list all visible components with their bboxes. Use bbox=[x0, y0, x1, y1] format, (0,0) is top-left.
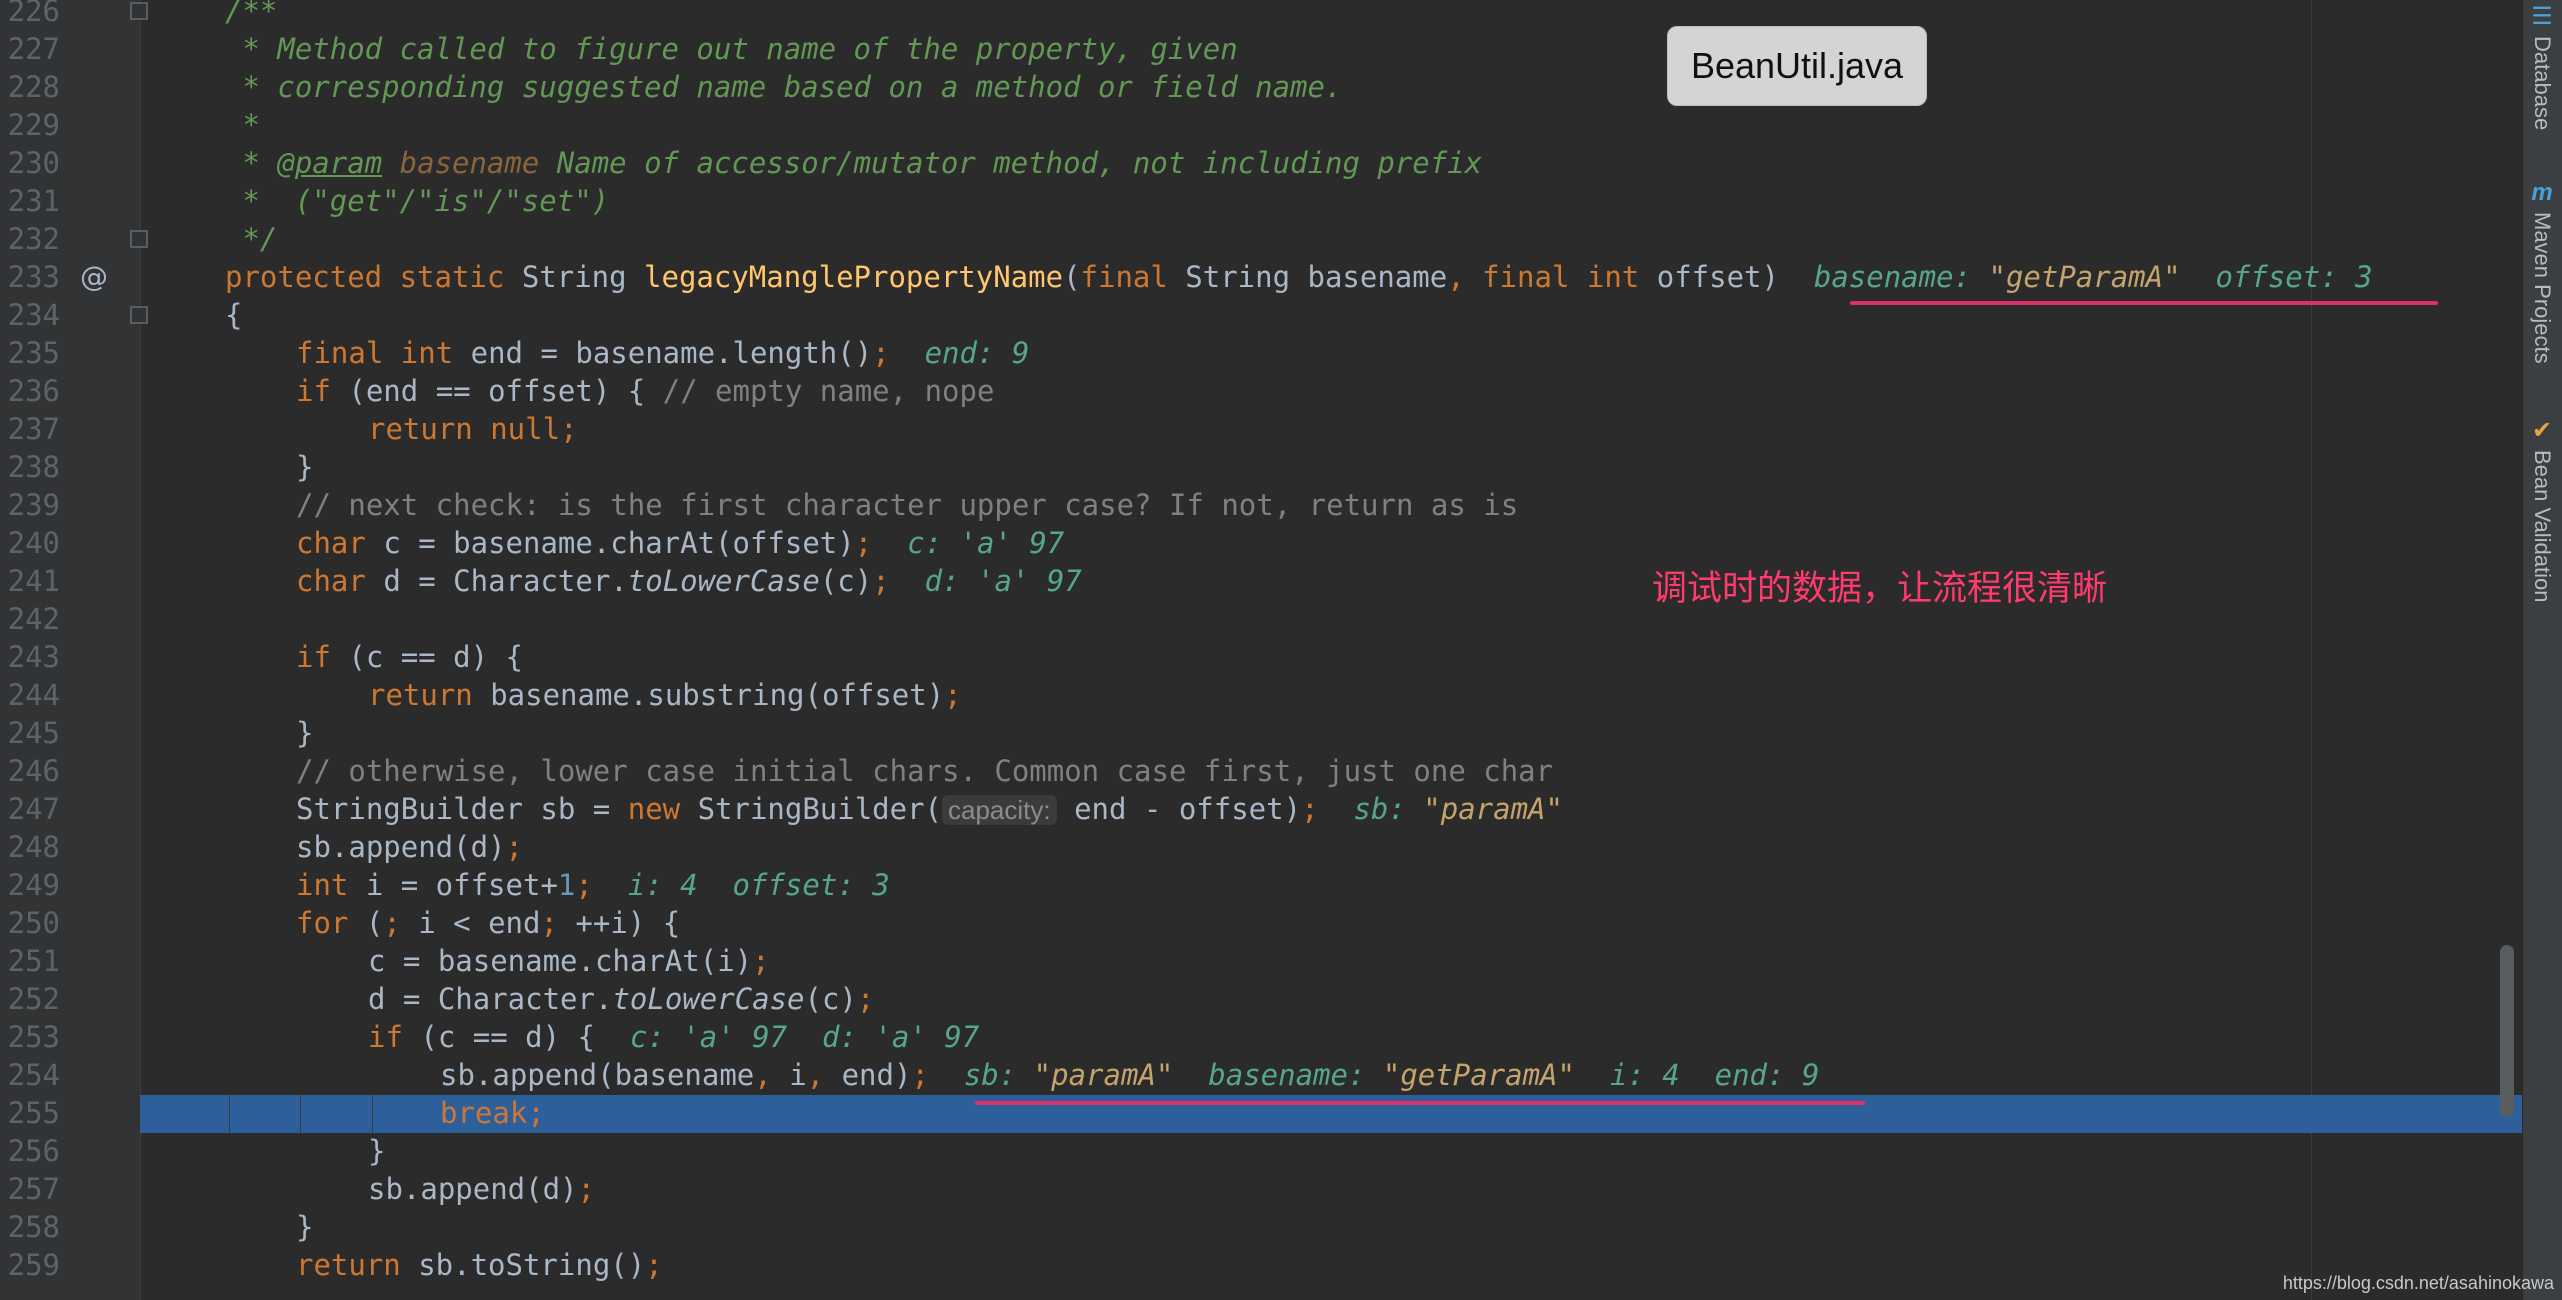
line-number: 247 bbox=[7, 792, 60, 826]
line-number: 231 bbox=[7, 184, 60, 218]
code-line-227: * Method called to figure out name of th… bbox=[225, 32, 1238, 66]
code-line-230: * @param basename Name of accessor/mutat… bbox=[225, 146, 1483, 180]
line-number: 239 bbox=[7, 488, 60, 522]
code-line-238: } bbox=[296, 450, 314, 484]
line-number: 232 bbox=[7, 222, 60, 256]
line-number: 249 bbox=[7, 868, 60, 902]
tool-tab-maven-projects[interactable]: m Maven Projects bbox=[2525, 180, 2559, 364]
line-number: 233 bbox=[7, 260, 60, 294]
file-name-badge: BeanUtil.java bbox=[1667, 26, 1927, 106]
line-number: 230 bbox=[7, 146, 60, 180]
override-method-icon[interactable]: @ bbox=[80, 258, 108, 296]
line-number: 226 bbox=[7, 0, 60, 28]
line-number: 244 bbox=[7, 678, 60, 712]
line-number: 255 bbox=[7, 1096, 60, 1130]
line-number: 242 bbox=[7, 602, 60, 636]
inline-debug-value: basename: "getParamA" offset: 3 bbox=[1813, 260, 2373, 294]
maven-icon: m bbox=[2531, 179, 2553, 206]
inline-debug-value: c: 'a' 97 bbox=[907, 526, 1065, 560]
tool-tab-label: Database bbox=[2530, 36, 2555, 131]
fold-marker-icon[interactable] bbox=[130, 306, 148, 324]
code-line-237: return null; bbox=[368, 412, 578, 446]
fold-marker-icon[interactable] bbox=[130, 2, 148, 20]
code-line-256: } bbox=[368, 1134, 386, 1168]
line-number: 253 bbox=[7, 1020, 60, 1054]
code-line-239: // next check: is the first character up… bbox=[296, 488, 1519, 522]
code-line-252: d = Character.toLowerCase(c); bbox=[368, 982, 875, 1016]
line-number: 252 bbox=[7, 982, 60, 1016]
inline-debug-value: i: 4 offset: 3 bbox=[627, 868, 890, 902]
code-line-228: * corresponding suggested name based on … bbox=[225, 70, 1343, 104]
line-number: 251 bbox=[7, 944, 60, 978]
line-number: 248 bbox=[7, 830, 60, 864]
code-line-257: sb.append(d); bbox=[368, 1172, 595, 1206]
code-line-240: char c = basename.charAt(offset); c: 'a'… bbox=[296, 526, 1065, 560]
code-line-259: return sb.toString(); bbox=[296, 1248, 663, 1282]
code-line-249: int i = offset+1; i: 4 offset: 3 bbox=[296, 868, 890, 902]
watermark: https://blog.csdn.net/asahinokawa bbox=[2282, 1273, 2554, 1293]
tool-tab-label: Maven Projects bbox=[2530, 212, 2555, 364]
code-line-233: protected static String legacyMangleProp… bbox=[225, 260, 2373, 294]
tool-tab-label: Bean Validation bbox=[2530, 450, 2555, 603]
fold-marker-icon[interactable] bbox=[130, 230, 148, 248]
inline-debug-value: sb: "paramA" basename: "getParamA" i: 4 … bbox=[963, 1058, 1820, 1092]
line-number: 258 bbox=[7, 1210, 60, 1244]
code-line-232: */ bbox=[225, 222, 278, 256]
code-line-251: c = basename.charAt(i); bbox=[368, 944, 770, 978]
line-number: 235 bbox=[7, 336, 60, 370]
inline-debug-value: c: 'a' 97 d: 'a' 97 bbox=[629, 1020, 980, 1054]
line-number: 238 bbox=[7, 450, 60, 484]
line-number: 254 bbox=[7, 1058, 60, 1092]
line-number: 236 bbox=[7, 374, 60, 408]
code-line-226: /** bbox=[225, 0, 278, 28]
line-number: 228 bbox=[7, 70, 60, 104]
code-line-253: if (c == d) { c: 'a' 97 d: 'a' 97 bbox=[368, 1020, 980, 1054]
code-line-229: * bbox=[225, 108, 260, 142]
code-line-245: } bbox=[296, 716, 314, 750]
line-number: 250 bbox=[7, 906, 60, 940]
code-line-254: sb.append(basename, i, end); sb: "paramA… bbox=[440, 1058, 1820, 1092]
bean-validation-icon: ✔ bbox=[2531, 417, 2553, 444]
code-line-247: StringBuilder sb = new StringBuilder(cap… bbox=[296, 792, 1563, 826]
code-line-255: break; bbox=[440, 1096, 545, 1130]
line-number: 243 bbox=[7, 640, 60, 674]
code-line-246: // otherwise, lower case initial chars. … bbox=[296, 754, 1554, 788]
line-number: 234 bbox=[7, 298, 60, 332]
indent-guide bbox=[372, 1095, 373, 1133]
code-line-231: * ("get"/"is"/"set") bbox=[225, 184, 610, 218]
code-line-236: if (end == offset) { // empty name, nope bbox=[296, 374, 995, 408]
inline-debug-value: end: 9 bbox=[924, 336, 1030, 370]
inline-debug-value: d: 'a' 97 bbox=[924, 564, 1082, 598]
code-line-234: { bbox=[225, 298, 243, 332]
annotation-underline bbox=[1850, 301, 2438, 305]
code-line-244: return basename.substring(offset); bbox=[368, 678, 962, 712]
vertical-scrollbar[interactable] bbox=[2500, 945, 2514, 1117]
annotation-underline bbox=[975, 1101, 1865, 1105]
code-editor[interactable]: 226 227 228 229 230 231 232 233 234 235 … bbox=[0, 0, 2522, 1300]
code-line-258: } bbox=[296, 1210, 314, 1244]
line-number: 256 bbox=[7, 1134, 60, 1168]
line-number: 229 bbox=[7, 108, 60, 142]
inline-debug-value: sb: "paramA" bbox=[1353, 792, 1563, 826]
annotation-text: 调试时的数据，让流程很清晰 bbox=[1652, 569, 2108, 609]
indent-guide bbox=[229, 1095, 230, 1133]
indent-guide bbox=[300, 1095, 301, 1133]
code-line-250: for (; i < end; ++i) { bbox=[296, 906, 681, 940]
code-line-241: char d = Character.toLowerCase(c); d: 'a… bbox=[296, 564, 1082, 598]
line-number: 240 bbox=[7, 526, 60, 560]
line-number: 237 bbox=[7, 412, 60, 446]
tool-tab-database[interactable]: ☰ Database bbox=[2525, 3, 2559, 131]
line-number: 257 bbox=[7, 1172, 60, 1206]
code-line-235: final int end = basename.length(); end: … bbox=[296, 336, 1030, 370]
tool-tab-bean-validation[interactable]: ✔ Bean Validation bbox=[2525, 418, 2559, 603]
line-number: 227 bbox=[7, 32, 60, 66]
line-number: 241 bbox=[7, 564, 60, 598]
database-icon: ☰ bbox=[2531, 3, 2553, 30]
line-number: 245 bbox=[7, 716, 60, 750]
code-line-243: if (c == d) { bbox=[296, 640, 523, 674]
code-line-248: sb.append(d); bbox=[296, 830, 523, 864]
line-number: 259 bbox=[7, 1248, 60, 1282]
parameter-name-hint: capacity: bbox=[942, 795, 1057, 825]
line-number: 246 bbox=[7, 754, 60, 788]
